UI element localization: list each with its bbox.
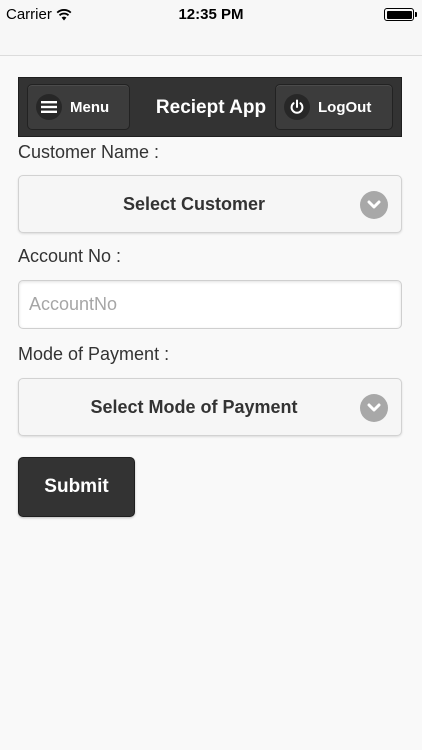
status-time: 12:35 PM — [178, 6, 244, 23]
app-header: Menu Reciept App LogOut — [18, 77, 402, 137]
customer-select[interactable]: Select Customer — [18, 175, 402, 233]
logout-label: LogOut — [318, 98, 372, 116]
customer-select-value: Select Customer — [122, 194, 266, 214]
battery-icon — [384, 8, 417, 21]
chevron-down-icon — [360, 394, 388, 422]
customer-name-label: Customer Name : — [18, 142, 160, 162]
chevron-down-icon — [360, 191, 388, 219]
payment-mode-select[interactable]: Select Mode of Payment — [18, 378, 402, 436]
logout-button[interactable]: LogOut — [275, 84, 393, 130]
account-no-label: Account No : — [18, 246, 122, 266]
payment-mode-label: Mode of Payment : — [18, 344, 170, 364]
submit-button[interactable]: Submit — [18, 457, 135, 517]
power-icon — [284, 94, 310, 120]
status-bar: Carrier 12:35 PM — [0, 0, 422, 56]
payment-mode-select-value: Select Mode of Payment — [90, 397, 298, 417]
account-no-input[interactable] — [18, 280, 402, 329]
